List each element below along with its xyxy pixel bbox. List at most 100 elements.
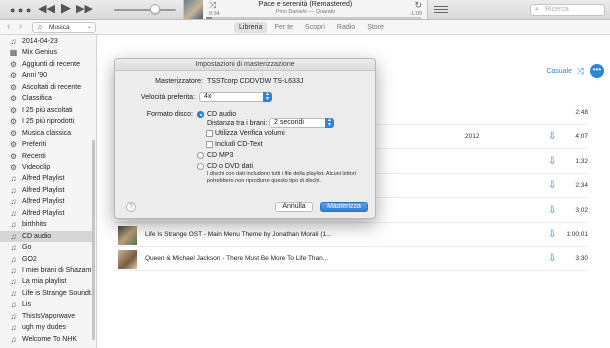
gear-icon: ⚙ — [9, 117, 18, 127]
tab-browse[interactable]: Scopri — [300, 22, 330, 33]
album-artwork[interactable] — [184, 0, 203, 19]
cloud-download-icon[interactable]: ⇩ — [548, 205, 556, 216]
gear-icon: ⚙ — [9, 140, 18, 150]
shuffle-icon[interactable]: ⤨ — [209, 0, 216, 11]
music-note-icon: ♫ — [10, 231, 17, 241]
rewind-icon[interactable]: ◀◀ — [38, 2, 55, 16]
sidebar-item-label: Alfred Playlist — [22, 198, 65, 206]
window-buttons[interactable]: ● ● ● — [10, 3, 31, 17]
radio-data-disc[interactable] — [197, 163, 204, 170]
track-duration: 2:48 — [575, 109, 588, 116]
sidebar-item-label: I 25 più riprodotti — [22, 118, 75, 126]
sidebar-item[interactable]: ♫ GO2 — [0, 254, 92, 265]
sidebar-item[interactable]: ♫ Alfred Playlist — [0, 196, 92, 207]
sidebar-item[interactable]: ♫ CD audio — [0, 230, 92, 243]
sidebar-item[interactable]: ♫ Life is Strange Soundt... — [0, 288, 93, 299]
sidebar-item[interactable]: ♫ Go — [0, 242, 92, 253]
sidebar-item-label: Alfred Playlist — [22, 175, 65, 183]
search-placeholder: Ricerca — [545, 6, 569, 13]
media-type-select[interactable]: ♫ Musica ⌄ — [32, 22, 96, 33]
up-next-list-icon[interactable] — [434, 4, 448, 16]
sidebar-item-label: CD audio — [22, 232, 52, 240]
cloud-download-icon[interactable]: ⇩ — [548, 180, 556, 191]
repeat-icon[interactable]: ↻ — [414, 0, 422, 11]
cloud-download-icon[interactable]: ⇩ — [548, 131, 556, 142]
track-row[interactable]: Life Is Strange OST - Main Menu Theme by… — [115, 224, 588, 247]
sidebar-item[interactable]: ♫ Lis — [0, 299, 92, 310]
cancel-button[interactable]: Annulla — [275, 202, 313, 212]
sidebar-item[interactable]: ⚙ Classifica — [0, 93, 92, 104]
checkbox-sound-check[interactable] — [206, 130, 213, 137]
radio-cd-audio[interactable] — [197, 111, 204, 118]
speed-value: 4x — [204, 93, 212, 100]
checkbox-cd-text[interactable] — [206, 141, 213, 148]
sidebar-item[interactable]: ▦ Mix Genius — [0, 47, 92, 58]
shuffle-playlist-label[interactable]: Casuale — [546, 68, 572, 75]
gear-icon: ⚙ — [9, 59, 18, 69]
sound-check-label: Utilizza Verifica volumi — [215, 130, 285, 137]
sidebar-item[interactable]: ♫ 2014-04-23 — [0, 36, 92, 47]
tab-store[interactable]: Store — [362, 22, 389, 33]
tab-bar: Libreria Per te Scopri Radio Store — [234, 22, 389, 33]
back-arrow-icon[interactable]: ‹ — [7, 21, 10, 32]
radio-cd-mp3[interactable] — [197, 152, 204, 159]
play-icon[interactable]: ▶ — [61, 1, 71, 15]
format-label: Formato disco: — [146, 111, 193, 118]
forward-arrow-icon[interactable]: › — [19, 21, 22, 32]
help-button[interactable]: ? — [126, 202, 136, 212]
navigation-bar: ‹ › ♫ Musica ⌄ Libreria Per te Scopri Ra… — [0, 20, 610, 35]
progress-bar[interactable] — [206, 17, 421, 19]
volume-knob[interactable] — [150, 4, 160, 14]
sidebar-item[interactable]: ⚙ I 25 più ascoltati — [0, 105, 92, 116]
sidebar-item[interactable]: ⚙ Musica classica — [0, 128, 92, 139]
media-type-value: Musica — [49, 24, 70, 31]
sidebar-item[interactable]: ♫ Alfred Playlist — [0, 173, 92, 184]
sidebar-item[interactable]: ⚙ Preferiti — [0, 139, 92, 150]
sidebar-scrollbar[interactable] — [92, 140, 95, 340]
music-note-icon: ♫ — [10, 174, 17, 184]
music-note-icon: ♫ — [10, 37, 17, 46]
sidebar-item-label: I 25 più ascoltati — [22, 106, 73, 114]
tab-library[interactable]: Libreria — [234, 22, 268, 33]
speed-select[interactable]: 4x ▲ ▼ — [199, 92, 272, 102]
sidebar-item[interactable]: ♫ I miei brani di Shazam — [0, 265, 92, 276]
sidebar-item[interactable]: ♫ ThisIsVaporwave — [0, 311, 92, 322]
search-field[interactable]: ⌕ Ricerca — [530, 4, 605, 16]
sidebar-item[interactable]: ⚙ Recenti — [0, 151, 92, 162]
sidebar-item[interactable]: ⚙ Aggiunti di recente — [0, 59, 92, 70]
sidebar-item[interactable]: ♫ Alfred Playlist — [0, 208, 92, 219]
tab-for-you[interactable]: Per te — [269, 22, 298, 33]
sidebar-item[interactable]: ⚙ I 25 più riprodotti — [0, 116, 92, 127]
music-note-icon: ♫ — [10, 185, 17, 195]
tab-radio[interactable]: Radio — [332, 22, 360, 33]
sidebar-item-label: Videoclip — [22, 163, 51, 171]
sidebar-item-label: ugh my dudes — [22, 324, 66, 332]
volume-slider[interactable] — [114, 9, 176, 11]
track-duration: 2:34 — [575, 182, 588, 190]
gap-select[interactable]: 2 secondi ▲ ▼ — [269, 118, 334, 128]
music-note-icon: ♫ — [10, 288, 17, 298]
sidebar-item[interactable]: ♫ Welcome To NHK — [0, 334, 92, 345]
fast-forward-icon[interactable]: ▶▶ — [76, 2, 93, 16]
cloud-download-icon[interactable]: ⇩ — [548, 253, 556, 264]
sidebar-item[interactable]: ⚙ Ascoltati di recente — [0, 82, 92, 93]
sidebar-item[interactable]: ♫ birthhits — [0, 219, 92, 230]
sidebar-item[interactable]: ⚙ Videoclip — [0, 162, 92, 173]
gap-label: Distanza tra i brani: — [207, 120, 268, 127]
sidebar-item[interactable]: ♫ ugh my dudes — [0, 322, 92, 333]
sidebar-item[interactable]: ⚙ Anni '90 — [0, 70, 92, 81]
burn-button[interactable]: Masterizza — [320, 202, 368, 212]
cloud-download-icon[interactable]: ⇩ — [548, 156, 556, 167]
sidebar-item-label: 2014-04-23 — [22, 38, 58, 45]
sidebar-item-label: La mia playlist — [22, 278, 67, 286]
sidebar-item[interactable]: ♫ La mia playlist — [0, 276, 92, 287]
track-row[interactable]: Queen & Michael Jackson - There Must Be … — [115, 248, 588, 272]
more-options-button[interactable]: ••• — [590, 64, 604, 78]
select-stepper-icon: ▲ ▼ — [325, 118, 334, 128]
sidebar-item-label: Classifica — [22, 95, 52, 103]
track-duration: 4:07 — [575, 133, 588, 141]
sidebar-item[interactable]: ♫ Alfred Playlist — [0, 185, 92, 196]
shuffle-icon[interactable]: ⤨ — [577, 66, 584, 77]
music-note-icon: ♫ — [10, 197, 17, 207]
cloud-download-icon[interactable]: ⇩ — [548, 229, 556, 240]
